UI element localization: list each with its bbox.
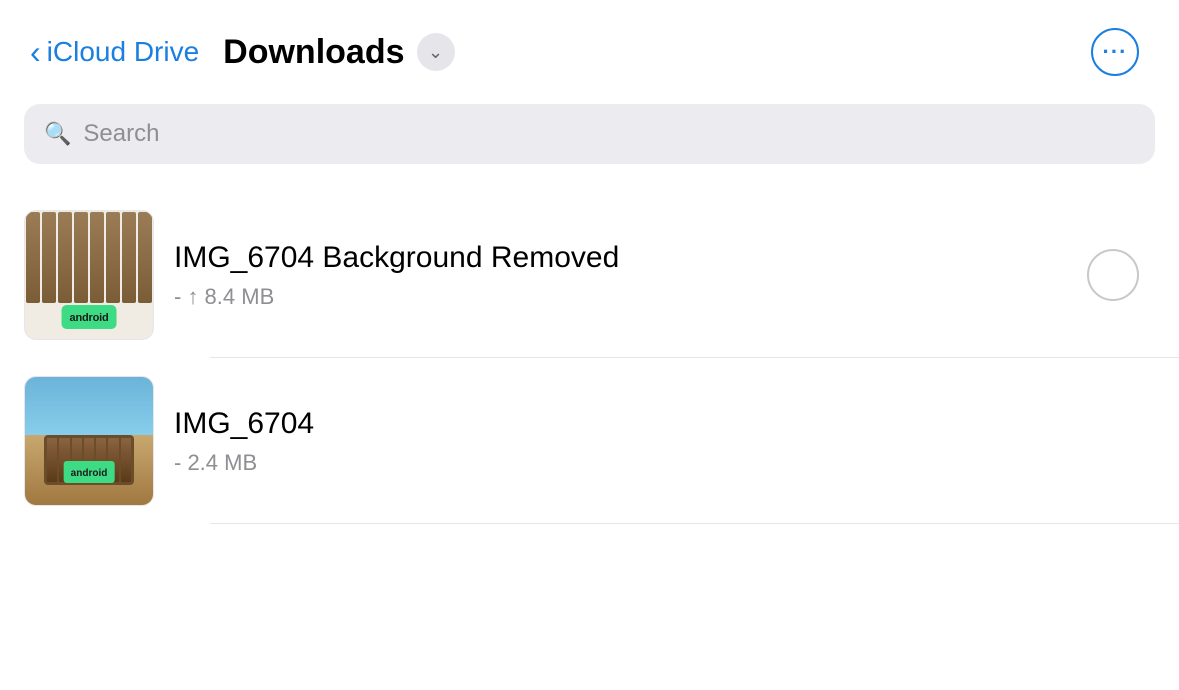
- file-thumbnail: android: [24, 210, 154, 340]
- file-thumbnail: android: [24, 376, 154, 506]
- search-container: 🔍: [0, 96, 1179, 192]
- navigation-header: ‹ iCloud Drive Downloads ⌄ ···: [0, 0, 1179, 96]
- file-meta: - 2.4 MB: [174, 450, 1139, 476]
- file-name: IMG_6704 Background Removed: [174, 240, 1067, 276]
- thumbnail-sign-label: android: [64, 461, 115, 483]
- file-meta: - ↑ 8.4 MB: [174, 284, 1067, 310]
- page-title: Downloads: [223, 33, 404, 72]
- file-info: IMG_6704 Background Removed - ↑ 8.4 MB: [174, 240, 1067, 310]
- list-item[interactable]: android IMG_6704 - 2.4 MB: [0, 358, 1179, 524]
- chevron-down-icon: ⌄: [428, 43, 443, 61]
- ellipsis-icon: ···: [1103, 39, 1128, 65]
- title-dropdown-button[interactable]: ⌄: [417, 33, 455, 71]
- back-chevron-icon: ‹: [30, 36, 41, 68]
- title-area: Downloads ⌄: [223, 33, 454, 72]
- select-circle[interactable]: [1087, 249, 1139, 301]
- file-list: android IMG_6704 Background Removed - ↑ …: [0, 192, 1179, 524]
- back-label: iCloud Drive: [47, 36, 200, 68]
- file-name: IMG_6704: [174, 406, 1139, 442]
- more-options-button[interactable]: ···: [1091, 28, 1139, 76]
- file-info: IMG_6704 - 2.4 MB: [174, 406, 1139, 476]
- thumbnail-android-logo: android: [62, 305, 117, 329]
- search-icon: 🔍: [44, 121, 71, 147]
- search-bar[interactable]: 🔍: [24, 104, 1155, 164]
- search-input[interactable]: [83, 120, 1135, 148]
- back-button[interactable]: ‹ iCloud Drive: [30, 36, 199, 68]
- list-item[interactable]: android IMG_6704 Background Removed - ↑ …: [0, 192, 1179, 358]
